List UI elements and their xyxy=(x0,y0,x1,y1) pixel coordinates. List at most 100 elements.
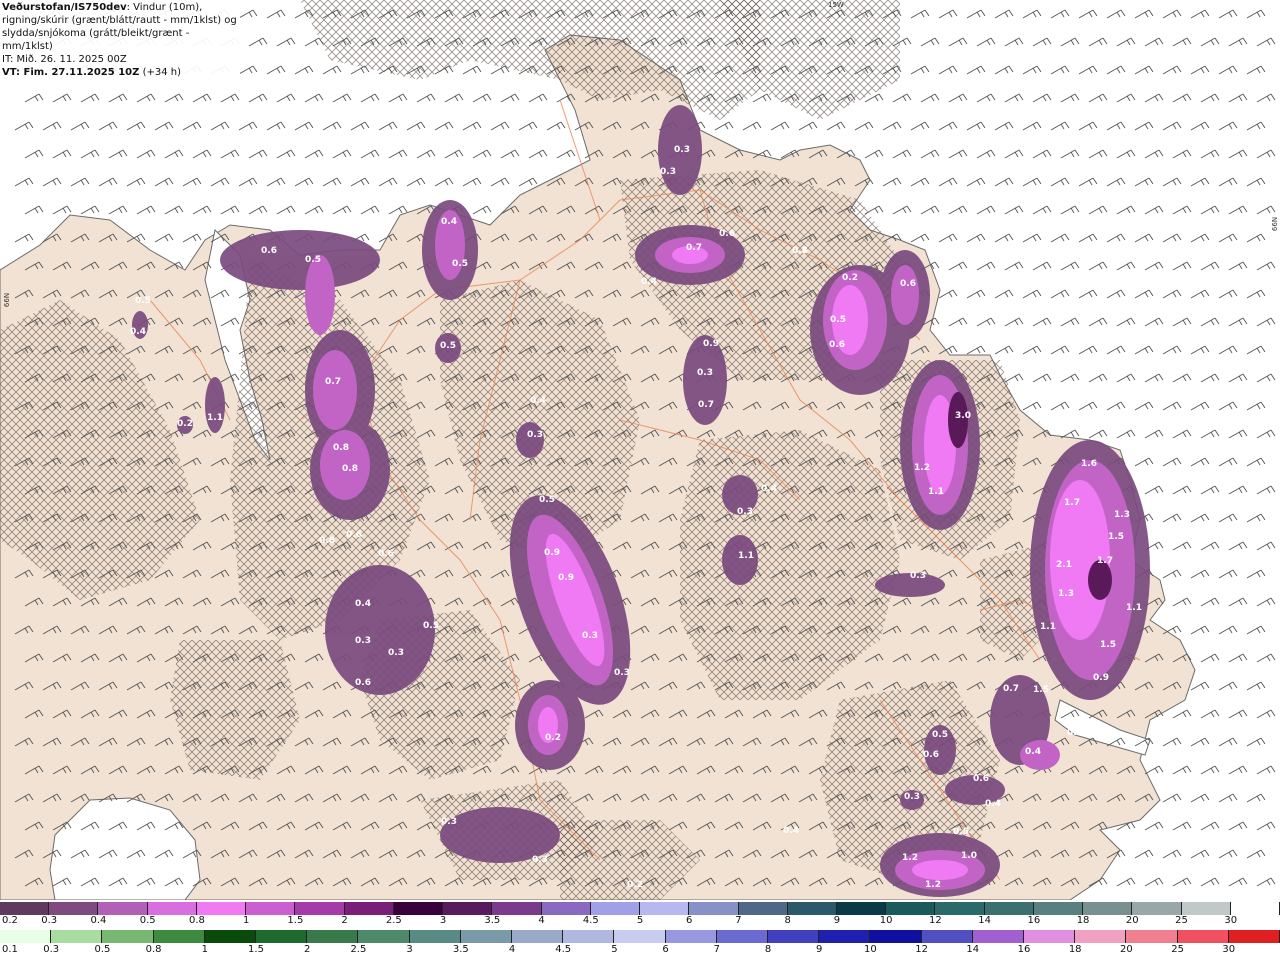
legend-label: 10 xyxy=(864,944,877,955)
precip-value-label: 0.3 xyxy=(792,246,808,256)
legend-swatch xyxy=(590,902,641,915)
legend-label: 20 xyxy=(1125,915,1139,926)
legend-label: 30 xyxy=(1224,915,1238,926)
legend-label: 0.5 xyxy=(94,944,111,955)
precip-value-label: 0.3 xyxy=(737,507,753,517)
legend-swatch xyxy=(196,902,247,915)
desc-line-1: : Vindur (10m), xyxy=(126,2,203,13)
legend-swatch xyxy=(1024,930,1076,943)
legend-label: 2 xyxy=(304,944,311,955)
legend-label: 18 xyxy=(1076,915,1090,926)
legend-swatch xyxy=(787,902,837,915)
legend-rain xyxy=(0,930,1280,943)
desc-line-2: rigning/skúrir (grænt/blátt/rautt - mm/1… xyxy=(2,15,237,26)
legend-swatch xyxy=(972,930,1025,943)
legend-snow xyxy=(0,902,1280,915)
coord-top-15w: 15W xyxy=(828,1,844,9)
precip-value-label: 0.6 xyxy=(261,246,277,256)
legend-label: 25 xyxy=(1175,915,1188,926)
init-time: IT: Mið. 26. 11. 2025 00Z xyxy=(2,54,127,65)
precip-value-label: 0.3 xyxy=(441,817,457,827)
precip-value-label: 3.0 xyxy=(955,411,971,421)
legend-swatch xyxy=(1132,902,1182,915)
precip-value-label: 1.2 xyxy=(902,853,918,863)
legend-swatch xyxy=(204,930,257,943)
legend-label: 4 xyxy=(508,944,516,955)
legend-label: 2.5 xyxy=(350,944,367,955)
precip-value-label: 0.3 xyxy=(910,571,926,581)
precip-value-label: 0.5 xyxy=(305,255,321,265)
legend-swatch xyxy=(460,930,513,943)
legend-label: 4.5 xyxy=(555,944,572,955)
precip-value-label: 0.3 xyxy=(660,167,676,177)
legend-label: 0.8 xyxy=(188,915,205,926)
precip-value-label: 1.1 xyxy=(207,413,223,423)
legend-label: 0.1 xyxy=(2,944,18,955)
precip-value-label: 0.3 xyxy=(614,668,630,678)
precip-value-label: 0.3 xyxy=(904,792,920,802)
legend-label: 5 xyxy=(611,944,618,955)
legend-swatch xyxy=(935,902,985,915)
legend-label: 0.5 xyxy=(139,915,156,926)
precip-value-label: 0.4 xyxy=(355,599,371,609)
precip-value-label: 0.9 xyxy=(703,339,719,349)
precip-value-label: 0.5 xyxy=(932,730,948,740)
precip-value-label: 1.5 xyxy=(1100,640,1116,650)
legend-label: 2 xyxy=(341,915,348,926)
legend-swatch xyxy=(886,902,936,915)
precip-value-label: 0.2 xyxy=(177,419,193,429)
brand-title: Veðurstofan/IS750dev xyxy=(2,2,127,13)
legend-label: 14 xyxy=(966,944,980,955)
precip-value-label: 0.9 xyxy=(1093,673,1109,683)
desc-line-3: slydda/snjókoma (grátt/bleikt/grænt - mm… xyxy=(2,28,190,52)
precip-value-label: 0.5 xyxy=(135,296,151,306)
precip-value-label: 0.5 xyxy=(423,621,439,631)
precip-value-label: 0.6 xyxy=(355,678,371,688)
precip-value-label: 0.4 xyxy=(530,396,546,406)
legend-swatch xyxy=(563,930,615,943)
precip-value-label: 0.6 xyxy=(923,750,939,760)
precip-value-label: 1.7 xyxy=(1097,556,1113,566)
legend-label: 9 xyxy=(833,915,841,926)
legend-label: 25 xyxy=(1171,944,1184,955)
precip-value-label: 0.3 xyxy=(532,855,548,865)
legend-label: 1 xyxy=(242,915,250,926)
precip-value-label: 1.2 xyxy=(914,463,930,473)
precip-value-label: 0.7 xyxy=(698,400,714,410)
legend-swatch xyxy=(984,902,1034,915)
legend-label: 14 xyxy=(978,915,991,926)
legend-label: 0.2 xyxy=(2,915,18,926)
precip-value-label: 0.7 xyxy=(686,243,702,253)
legend-swatch xyxy=(153,930,205,943)
legend-label: 16 xyxy=(1027,915,1041,926)
legend-swatch xyxy=(344,902,394,915)
precip-value-label: 1.1 xyxy=(738,551,754,561)
legend-label: 4 xyxy=(538,915,545,926)
precip-value-label: 0.8 xyxy=(333,443,349,453)
precip-value-label: 1.3 xyxy=(1114,510,1130,520)
legend-label: 3 xyxy=(406,944,413,955)
map-info-panel: Veðurstofan/IS750dev: Vindur (10m), rign… xyxy=(0,0,240,78)
precip-value-label: 0.3 xyxy=(674,145,690,155)
precip-value-label: 0.5 xyxy=(440,341,456,351)
legend-label: 0.4 xyxy=(90,915,107,926)
precip-value-label: 1.6 xyxy=(1081,459,1097,469)
precip-value-label: 0.4 xyxy=(761,484,777,494)
precip-value-label: 0.4 xyxy=(1025,747,1041,757)
legend-label: 16 xyxy=(1017,944,1031,955)
legend-label: 3.5 xyxy=(452,944,469,955)
precip-value-label: 0.3 xyxy=(388,648,404,658)
weather-map[interactable]: 0.3 0.3 0.4 0.7 0.6 0.4 0.2 0.6 0.5 0.6 0.9 0.3 0.7 0… xyxy=(0,0,1280,900)
legend-swatch xyxy=(512,930,564,943)
legend-swatch xyxy=(51,930,103,943)
legend-swatch xyxy=(409,930,461,943)
precip-value-label: 0.4 xyxy=(441,217,457,227)
legend-swatch xyxy=(49,902,99,915)
coord-left-66n: 66N xyxy=(3,292,12,308)
precip-value-label: 0.6 xyxy=(346,530,362,540)
legend-label: 6 xyxy=(662,944,669,955)
precip-value-label: 1.0 xyxy=(961,851,977,861)
legend-swatch xyxy=(1075,930,1127,943)
legend-label: 7 xyxy=(735,915,742,926)
precip-value-label: 0.3 xyxy=(697,368,713,378)
